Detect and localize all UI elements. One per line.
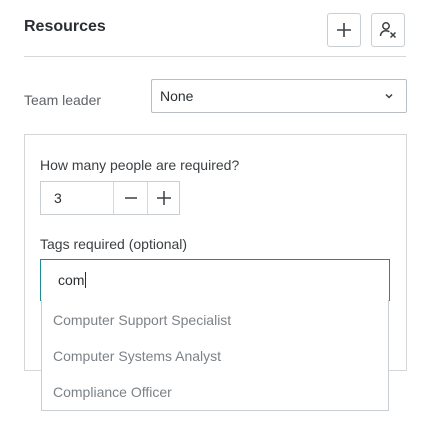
people-required-label: How many people are required? bbox=[40, 157, 240, 173]
team-leader-label: Team leader bbox=[24, 92, 102, 108]
tags-suggestion-list: Computer Support Specialist Computer Sys… bbox=[41, 300, 389, 411]
add-resource-button[interactable] bbox=[327, 13, 361, 47]
people-count-input[interactable]: 3 bbox=[41, 182, 114, 214]
chevron-down-icon bbox=[385, 93, 393, 99]
section-title: Resources bbox=[24, 18, 106, 35]
minus-icon bbox=[124, 197, 137, 199]
team-leader-select[interactable]: None bbox=[151, 79, 407, 113]
people-count-stepper: 3 bbox=[40, 181, 180, 215]
remove-user-button[interactable] bbox=[371, 13, 405, 47]
header-divider bbox=[24, 56, 406, 57]
suggestion-option[interactable]: Computer Support Specialist bbox=[42, 302, 388, 338]
tags-query-text: com bbox=[58, 272, 85, 288]
text-caret bbox=[85, 272, 87, 288]
decrement-button[interactable] bbox=[114, 182, 148, 214]
suggestion-option[interactable]: Compliance Officer bbox=[42, 374, 388, 410]
plus-icon bbox=[337, 23, 351, 37]
tags-search-input[interactable]: com bbox=[40, 259, 390, 301]
increment-button[interactable] bbox=[147, 182, 180, 214]
plus-icon bbox=[156, 191, 171, 205]
suggestion-option[interactable]: Computer Systems Analyst bbox=[42, 338, 388, 374]
tags-required-label: Tags required (optional) bbox=[40, 236, 188, 252]
user-remove-icon bbox=[379, 22, 397, 39]
team-leader-value: None bbox=[160, 88, 194, 104]
